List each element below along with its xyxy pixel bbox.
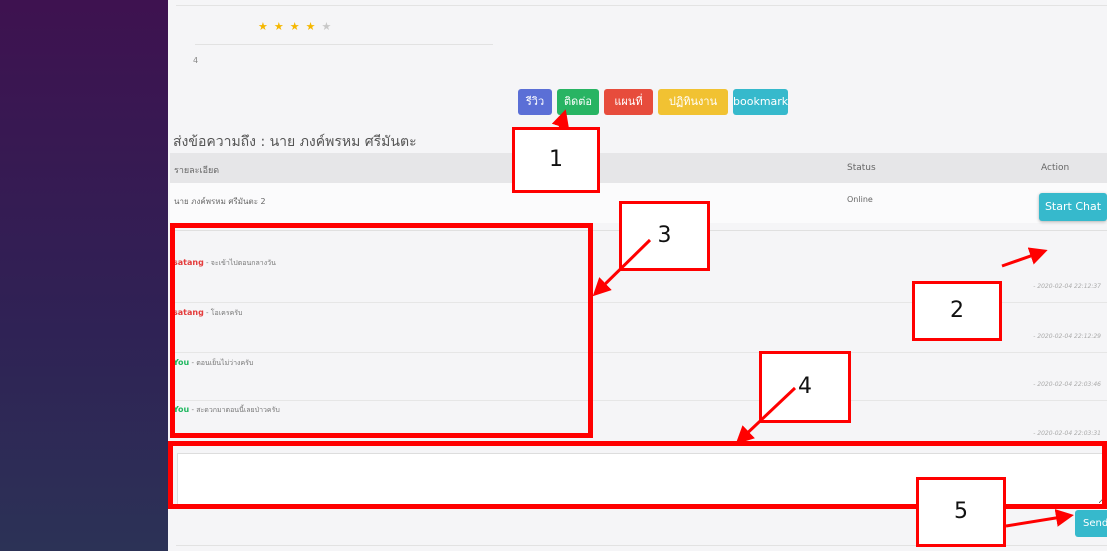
arrow-4 [735,386,797,445]
arrow-3 [592,238,652,297]
arrow-5 [1005,509,1074,528]
arrow-2 [1001,247,1048,268]
arrow-1 [551,109,570,130]
annotation-arrows [551,109,1074,528]
